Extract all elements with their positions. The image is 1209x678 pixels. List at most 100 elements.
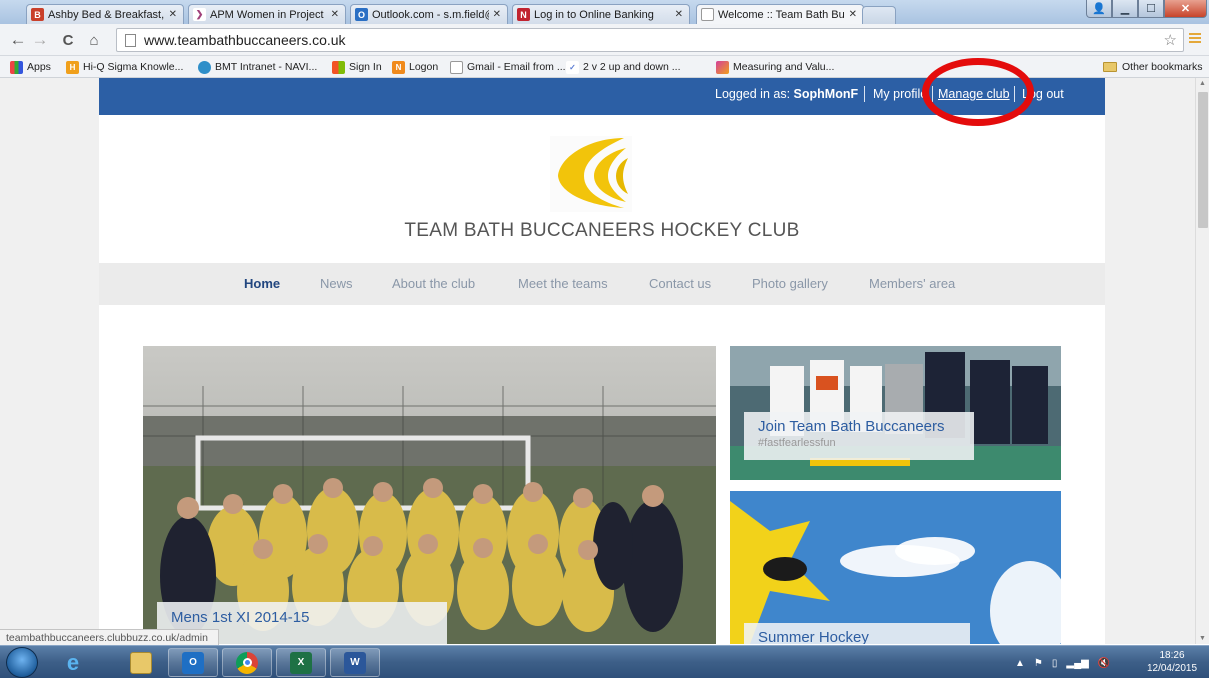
nav-contact[interactable]: Contact us <box>649 276 711 291</box>
reload-icon[interactable]: C <box>58 30 78 50</box>
nav-members-area[interactable]: Members' area <box>869 276 955 291</box>
bookmark-gmail[interactable]: Gmail - Email from ... <box>450 59 566 75</box>
outlook-favicon: O <box>355 8 368 21</box>
page-icon <box>450 60 463 74</box>
apps-grid-icon <box>10 60 23 74</box>
menu-icon[interactable] <box>1189 33 1201 45</box>
tab-team-bath[interactable]: Welcome :: Team Bath Bu ✕ <box>696 4 864 24</box>
card-summer-caption[interactable]: Summer Hockey <box>744 623 970 644</box>
close-icon[interactable]: ✕ <box>493 9 501 20</box>
bookmark-other[interactable]: Other bookmarks <box>1103 59 1203 75</box>
home-icon[interactable]: ⌂ <box>84 30 104 50</box>
tab-strip: B Ashby Bed & Breakfast, Lo ✕ ❯ APM Wome… <box>0 0 1209 24</box>
taskbar-outlook[interactable]: O <box>168 648 218 677</box>
nav-home[interactable]: Home <box>244 276 280 291</box>
club-logo[interactable] <box>550 136 632 212</box>
taskbar-ie[interactable]: e <box>48 648 98 677</box>
page-icon <box>125 33 136 47</box>
tray-expand-icon[interactable]: ▲ <box>1015 658 1025 669</box>
url-text: www.teambathbuccaneers.co.uk <box>144 32 346 48</box>
close-icon[interactable]: ✕ <box>331 9 339 20</box>
nav-photo-gallery[interactable]: Photo gallery <box>752 276 828 291</box>
taskbar-explorer[interactable] <box>116 648 166 677</box>
tab-apm[interactable]: ❯ APM Women in Project M ✕ <box>188 4 346 24</box>
status-url-bubble: teambathbuccaneers.clubbuzz.co.uk/admin <box>0 629 219 645</box>
close-icon[interactable]: ✕ <box>675 9 683 20</box>
forward-icon[interactable]: → <box>30 30 50 50</box>
bookmark-bmt[interactable]: BMT Intranet - NAVI... <box>198 59 317 75</box>
tab-title: Outlook.com - s.m.field@ <box>372 8 489 21</box>
chrome-icon <box>236 651 258 674</box>
maximize-icon[interactable]: ☐ <box>1138 0 1164 18</box>
new-tab-button[interactable] <box>862 6 896 24</box>
back-icon[interactable]: ← <box>8 30 28 50</box>
tab-bnb[interactable]: B Ashby Bed & Breakfast, Lo ✕ <box>26 4 184 24</box>
scroll-up-icon[interactable]: ▲ <box>1199 80 1206 87</box>
measuring-icon <box>716 60 729 74</box>
clock[interactable]: 18:26 12/04/2015 <box>1138 649 1206 675</box>
bookmark-label: Measuring and Valu... <box>733 61 835 73</box>
bookmark-apps[interactable]: Apps <box>10 59 51 75</box>
bookmark-hiq[interactable]: H Hi-Q Sigma Knowle... <box>66 59 183 75</box>
volume-muted-icon[interactable]: 🔇 <box>1098 658 1110 669</box>
bookmark-measuring[interactable]: Measuring and Valu... <box>716 59 834 75</box>
user-icon[interactable]: 👤 <box>1086 0 1112 18</box>
page-favicon <box>701 8 714 21</box>
close-window-icon[interactable]: ✕ <box>1164 0 1207 18</box>
start-button[interactable] <box>6 647 38 678</box>
bookmark-label: 2 v 2 up and down ... <box>583 61 681 73</box>
club-title: TEAM BATH BUCCANEERS HOCKEY CLUB <box>404 220 800 241</box>
windows-taskbar: e O X W ▲ ⚑ ▯ ▂▄▆ 🔇 18:26 12/04/2015 <box>0 645 1209 678</box>
page-scrollbar[interactable]: ▲ ▼ <box>1195 78 1209 644</box>
logon-icon: N <box>392 60 405 74</box>
logged-in-label: Logged in as: SophMonF <box>715 87 859 101</box>
bookmark-sign-in[interactable]: Sign In <box>332 59 382 75</box>
bookmark-label: Apps <box>27 61 51 73</box>
card-join-caption[interactable]: Join Team Bath Buccaneers #fastfearlessf… <box>744 412 974 460</box>
check-icon: ✓ <box>566 60 579 74</box>
clock-time: 18:26 <box>1159 650 1185 661</box>
card-join[interactable]: Join Team Bath Buccaneers #fastfearlessf… <box>730 346 1061 480</box>
close-icon[interactable]: ✕ <box>849 9 857 20</box>
nav-news[interactable]: News <box>320 276 353 291</box>
bnb-favicon: B <box>31 8 44 21</box>
hiq-icon: H <box>66 60 79 74</box>
file-explorer-icon <box>130 651 152 674</box>
address-bar[interactable]: www.teambathbuccaneers.co.uk ☆ <box>116 28 1184 52</box>
tab-title: Welcome :: Team Bath Bu <box>718 8 845 21</box>
card-join-title: Join Team Bath Buccaneers <box>758 418 945 435</box>
flag-icon[interactable]: ⚑ <box>1034 658 1043 669</box>
team-photo <box>143 346 716 644</box>
close-icon[interactable]: ✕ <box>169 9 177 20</box>
internet-explorer-icon: e <box>66 649 80 675</box>
minimize-icon[interactable]: ▁ <box>1112 0 1138 18</box>
tab-title: Log in to Online Banking <box>534 8 654 21</box>
bookmark-star-icon[interactable]: ☆ <box>1164 31 1177 49</box>
taskbar-chrome[interactable] <box>222 648 272 677</box>
bookmark-label: Gmail - Email from ... <box>467 61 566 73</box>
signal-icon[interactable]: ▂▄▆ <box>1066 658 1088 669</box>
scroll-down-icon[interactable]: ▼ <box>1199 635 1206 642</box>
taskbar-word[interactable]: W <box>330 648 380 677</box>
word-icon: W <box>344 651 366 674</box>
hero-image[interactable]: Mens 1st XI 2014-15 <box>143 346 716 644</box>
nav-about[interactable]: About the club <box>392 276 475 291</box>
main-nav: Home News About the club Meet the teams … <box>99 263 1105 305</box>
bookmark-2v2[interactable]: ✓ 2 v 2 up and down ... <box>566 59 680 75</box>
browser-toolbar: ← → C ⌂ www.teambathbuccaneers.co.uk ☆ <box>0 24 1209 56</box>
scrollbar-thumb[interactable] <box>1198 92 1208 228</box>
card-summer-title: Summer Hockey <box>758 629 869 644</box>
nav-meet-teams[interactable]: Meet the teams <box>518 276 608 291</box>
card-summer[interactable]: Summer Hockey <box>730 491 1061 644</box>
tab-outlook[interactable]: O Outlook.com - s.m.field@ ✕ <box>350 4 508 24</box>
tab-banking[interactable]: N Log in to Online Banking ✕ <box>512 4 690 24</box>
my-profile-link[interactable]: My profile <box>873 87 927 101</box>
bookmark-label: BMT Intranet - NAVI... <box>215 61 318 73</box>
username: SophMonF <box>793 87 859 101</box>
folder-icon <box>1103 62 1117 72</box>
battery-icon[interactable]: ▯ <box>1052 658 1058 669</box>
taskbar-excel[interactable]: X <box>276 648 326 677</box>
bookmark-logon[interactable]: N Logon <box>392 59 438 75</box>
site-container: Logged in as: SophMonF My profile Manage… <box>99 78 1105 644</box>
tab-title: Ashby Bed & Breakfast, Lo <box>48 8 165 21</box>
